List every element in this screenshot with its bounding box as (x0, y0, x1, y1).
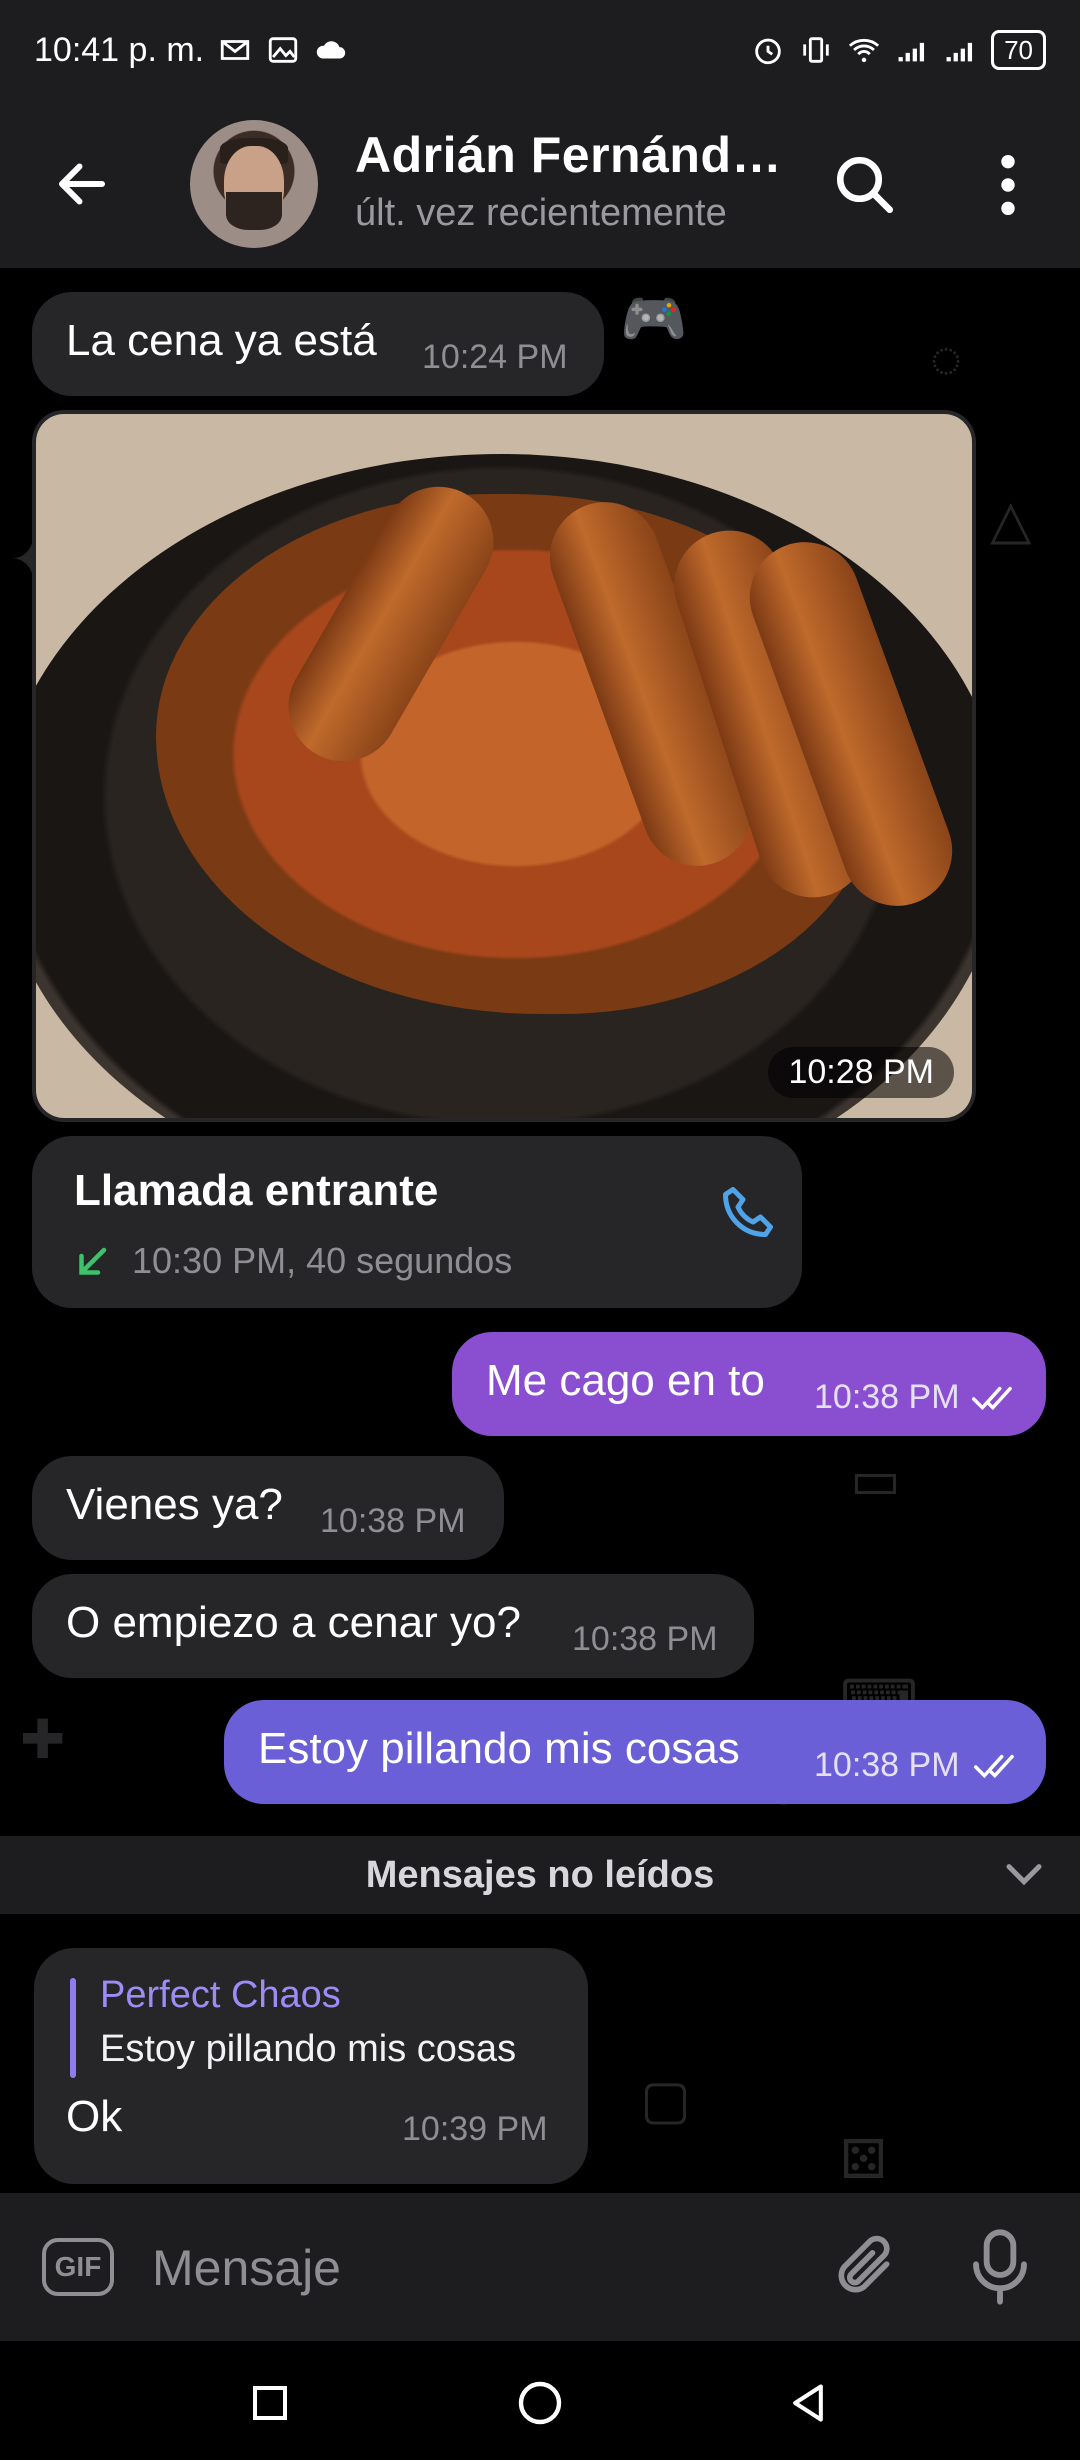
quoted-text[interactable]: Estoy pillando mis cosas (100, 2028, 516, 2071)
alarm-icon (755, 38, 781, 65)
chat-area[interactable]: 🎮 ◌ △ ✦ ▭ ⌘ ⌨ ◎ ♡ ✚ ▢ ⚄ La cena ya está … (0, 268, 1080, 2193)
avatar-beard (226, 192, 282, 230)
incoming-call-card[interactable]: Llamada entrante 10:30 PM, 40 segundos (32, 1136, 802, 1308)
back-arrow-icon[interactable] (52, 154, 112, 214)
message-text: Ok (66, 2092, 123, 2141)
chevron-down-icon[interactable] (1004, 1860, 1044, 1890)
call-title: Llamada entrante (74, 1166, 439, 1215)
call-meta: 10:30 PM, 40 segundos (132, 1240, 513, 1281)
doodle-triangle-icon: △ (990, 490, 1032, 550)
doodle-gamepad-icon: 🎮 (620, 289, 688, 349)
contact-avatar[interactable] (190, 120, 318, 248)
message-bubble-outgoing[interactable]: Me cago en to 10:38 PM (452, 1332, 1046, 1436)
status-time: 10:41 p. m. (34, 30, 205, 69)
message-bubble-reply[interactable]: Perfect Chaos Estoy pillando mis cosas O… (34, 1948, 588, 2184)
message-composer: GIF (0, 2193, 1080, 2341)
message-bubble-outgoing[interactable]: Estoy pillando mis cosas 10:38 PM (224, 1700, 1046, 1804)
message-bubble-incoming[interactable]: O empiezo a cenar yo? 10:38 PM (32, 1574, 754, 1678)
vibrate-icon (803, 37, 829, 63)
message-text: La cena ya está (66, 316, 377, 365)
signal-icon (898, 42, 925, 62)
message-time: 10:39 PM (402, 2110, 548, 2148)
unread-messages-divider: Mensajes no leídos (0, 1836, 1080, 1914)
last-seen-status: últ. vez recientemente (355, 192, 727, 234)
phone-call-icon[interactable] (718, 1182, 778, 1242)
message-time: 10:24 PM (422, 338, 568, 376)
cloud-icon (316, 41, 346, 59)
message-time: 10:38 PM (814, 1378, 960, 1416)
microphone-icon[interactable] (968, 2227, 1032, 2307)
status-bar: 10:41 p. m. 70 (0, 0, 1080, 100)
battery-level: 70 (991, 30, 1046, 70)
message-text: Vienes ya? (66, 1480, 283, 1529)
gif-button[interactable]: GIF (42, 2238, 114, 2296)
signal-2-icon (946, 42, 973, 62)
contact-name[interactable]: Adrián Fernánd… (355, 126, 785, 184)
attach-icon[interactable] (830, 2233, 898, 2301)
search-icon[interactable] (832, 152, 898, 218)
message-time: 10:38 PM (572, 1620, 718, 1658)
doodle-controller-icon: ✚ (20, 1710, 66, 1770)
back-triangle-icon[interactable] (786, 2379, 830, 2427)
home-icon[interactable] (516, 2379, 564, 2427)
doodle-apple-icon: ◌ (930, 329, 963, 389)
quoted-author[interactable]: Perfect Chaos (100, 1974, 341, 2017)
recent-apps-icon[interactable] (250, 2383, 290, 2423)
message-text: Estoy pillando mis cosas (258, 1724, 740, 1773)
message-text: Me cago en to (486, 1356, 765, 1405)
reply-quote-bar (70, 1978, 76, 2078)
message-bubble-incoming[interactable]: La cena ya está 10:24 PM (32, 292, 604, 396)
chat-header: Adrián Fernánd… últ. vez recientemente (0, 100, 1080, 268)
gallery-icon (268, 37, 298, 63)
doodle-dice-icon: ⚄ (840, 2130, 887, 2190)
message-time: 10:38 PM (320, 1502, 466, 1540)
status-left: 10:41 p. m. (34, 31, 348, 70)
message-bubble-incoming[interactable]: Vienes ya? 10:38 PM (32, 1456, 504, 1560)
wifi-icon (848, 38, 880, 63)
message-text: O empiezo a cenar yo? (66, 1598, 521, 1647)
photo-message[interactable]: 10:28 PM (36, 414, 972, 1118)
read-checkmarks-icon (974, 1754, 1014, 1779)
gmail-icon (220, 40, 250, 60)
photo-time: 10:28 PM (768, 1047, 954, 1098)
doodle-game-icon: ▭ (850, 1450, 902, 1510)
read-checkmarks-icon (972, 1386, 1012, 1411)
system-navigation-bar (0, 2341, 1080, 2460)
more-options-icon[interactable] (990, 150, 1026, 220)
incoming-arrow-icon (79, 1247, 107, 1275)
unread-label: Mensajes no leídos (365, 1854, 715, 1896)
message-time: 10:38 PM (814, 1746, 960, 1784)
message-input[interactable] (150, 2229, 774, 2307)
doodle-console-icon: ▢ (640, 2070, 692, 2130)
status-right: 70 (751, 30, 1046, 70)
